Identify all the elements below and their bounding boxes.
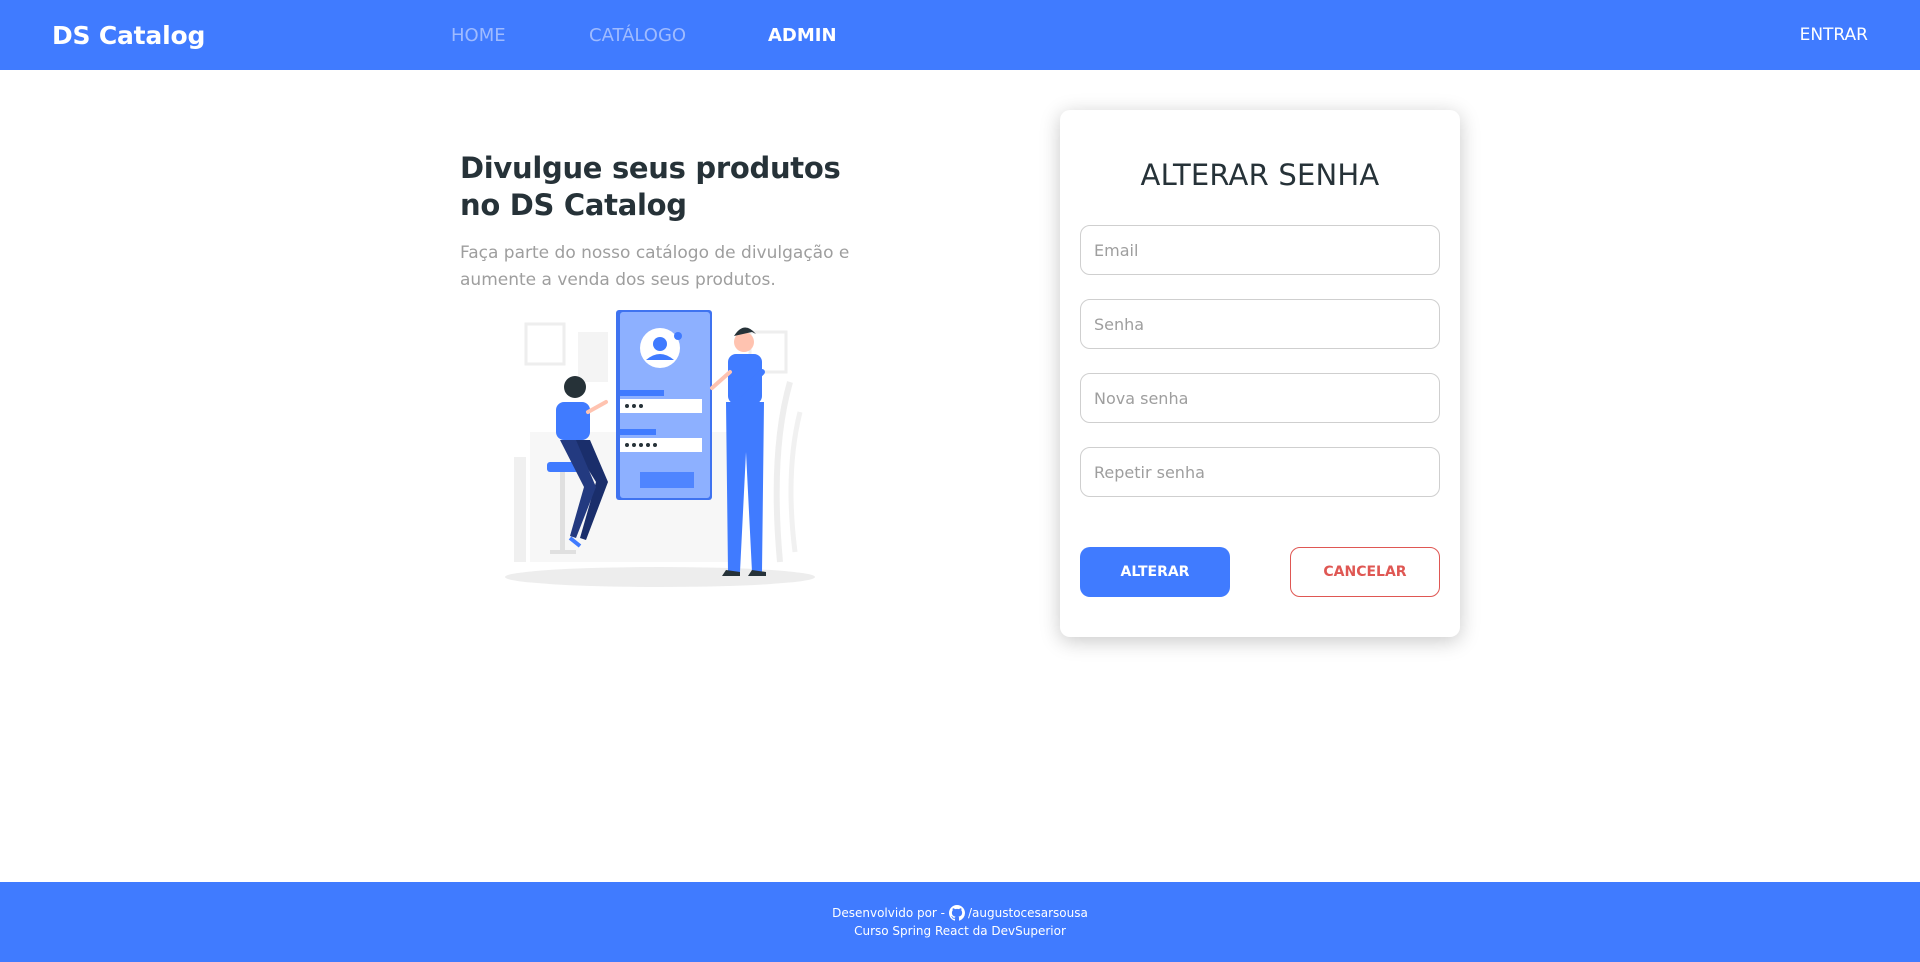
footer: Desenvolvido por - /augustocesarsousa Cu… [0,882,1920,962]
email-field[interactable] [1080,225,1440,275]
github-username: /augustocesarsousa [968,906,1088,920]
cancel-button[interactable]: CANCELAR [1290,547,1440,597]
nav-links: HOME CATÁLOGO ADMIN [0,0,1920,70]
nav-catalog-link[interactable]: CATÁLOGO [589,0,686,70]
nav-admin-link[interactable]: ADMIN [768,0,837,70]
footer-developed-by: Desenvolvido por - [832,906,946,920]
nav-home-link[interactable]: HOME [451,0,506,70]
hero-title: Divulgue seus produtos no DS Catalog [460,151,841,222]
new-password-field[interactable] [1080,373,1440,423]
hero-subtitle: Faça parte do nosso catálogo de divulgaç… [460,243,850,290]
github-link[interactable]: /augustocesarsousa [945,904,1088,922]
change-password-card: ALTERAR SENHA ALTERAR CANCELAR [1060,110,1460,637]
repeat-password-field[interactable] [1080,447,1440,497]
github-icon [949,905,966,921]
submit-button[interactable]: ALTERAR [1080,547,1230,597]
footer-course: Curso Spring React da DevSuperior [854,924,1066,938]
footer-credit: Desenvolvido por - /augustocesarsousa [832,904,1088,922]
hero-section: Divulgue seus produtos no DS Catalog Faç… [460,150,880,294]
login-link[interactable]: ENTRAR [1800,0,1868,70]
navbar: DS Catalog HOME CATÁLOGO ADMIN ENTRAR [0,0,1920,70]
card-title: ALTERAR SENHA [1140,158,1380,192]
password-field[interactable] [1080,299,1440,349]
login-illustration [500,302,820,592]
